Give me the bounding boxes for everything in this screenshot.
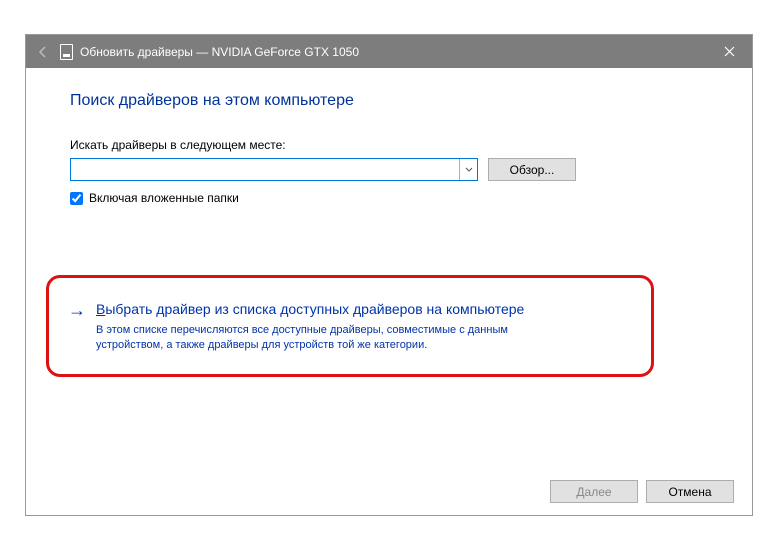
device-icon: [60, 44, 73, 60]
back-button: [26, 35, 60, 68]
option-text: Выбрать драйвер из списка доступных драй…: [96, 299, 632, 353]
page-heading: Поиск драйверов на этом компьютере: [70, 92, 714, 110]
dropdown-button[interactable]: [459, 159, 477, 180]
window-title: Обновить драйверы — NVIDIA GeForce GTX 1…: [80, 45, 359, 59]
cancel-button[interactable]: Отмена: [646, 480, 734, 503]
option-description: В этом списке перечисляются все доступны…: [96, 323, 576, 353]
close-button[interactable]: [707, 35, 752, 68]
titlebar: Обновить драйверы — NVIDIA GeForce GTX 1…: [26, 35, 752, 68]
close-icon: [724, 46, 735, 57]
include-subfolders-label: Включая вложенные папки: [89, 191, 239, 205]
content-area: Поиск драйверов на этом компьютере Искат…: [26, 68, 752, 377]
include-subfolders-row[interactable]: Включая вложенные папки: [70, 191, 714, 205]
back-arrow-icon: [36, 45, 50, 59]
option-title: Выбрать драйвер из списка доступных драй…: [96, 299, 632, 319]
dialog-window: Обновить драйверы — NVIDIA GeForce GTX 1…: [25, 34, 753, 516]
path-input[interactable]: [71, 159, 459, 180]
highlight-annotation: → Выбрать драйвер из списка доступных др…: [46, 275, 654, 377]
next-button: Далее: [550, 480, 638, 503]
footer-buttons: Далее Отмена: [550, 480, 734, 503]
pick-from-list-option[interactable]: → Выбрать драйвер из списка доступных др…: [59, 286, 641, 366]
path-row: Обзор...: [70, 158, 714, 181]
path-label: Искать драйверы в следующем месте:: [70, 138, 714, 152]
arrow-right-icon: →: [68, 301, 86, 353]
path-combobox[interactable]: [70, 158, 478, 181]
browse-button[interactable]: Обзор...: [488, 158, 576, 181]
chevron-down-icon: [465, 167, 473, 172]
include-subfolders-checkbox[interactable]: [70, 192, 83, 205]
